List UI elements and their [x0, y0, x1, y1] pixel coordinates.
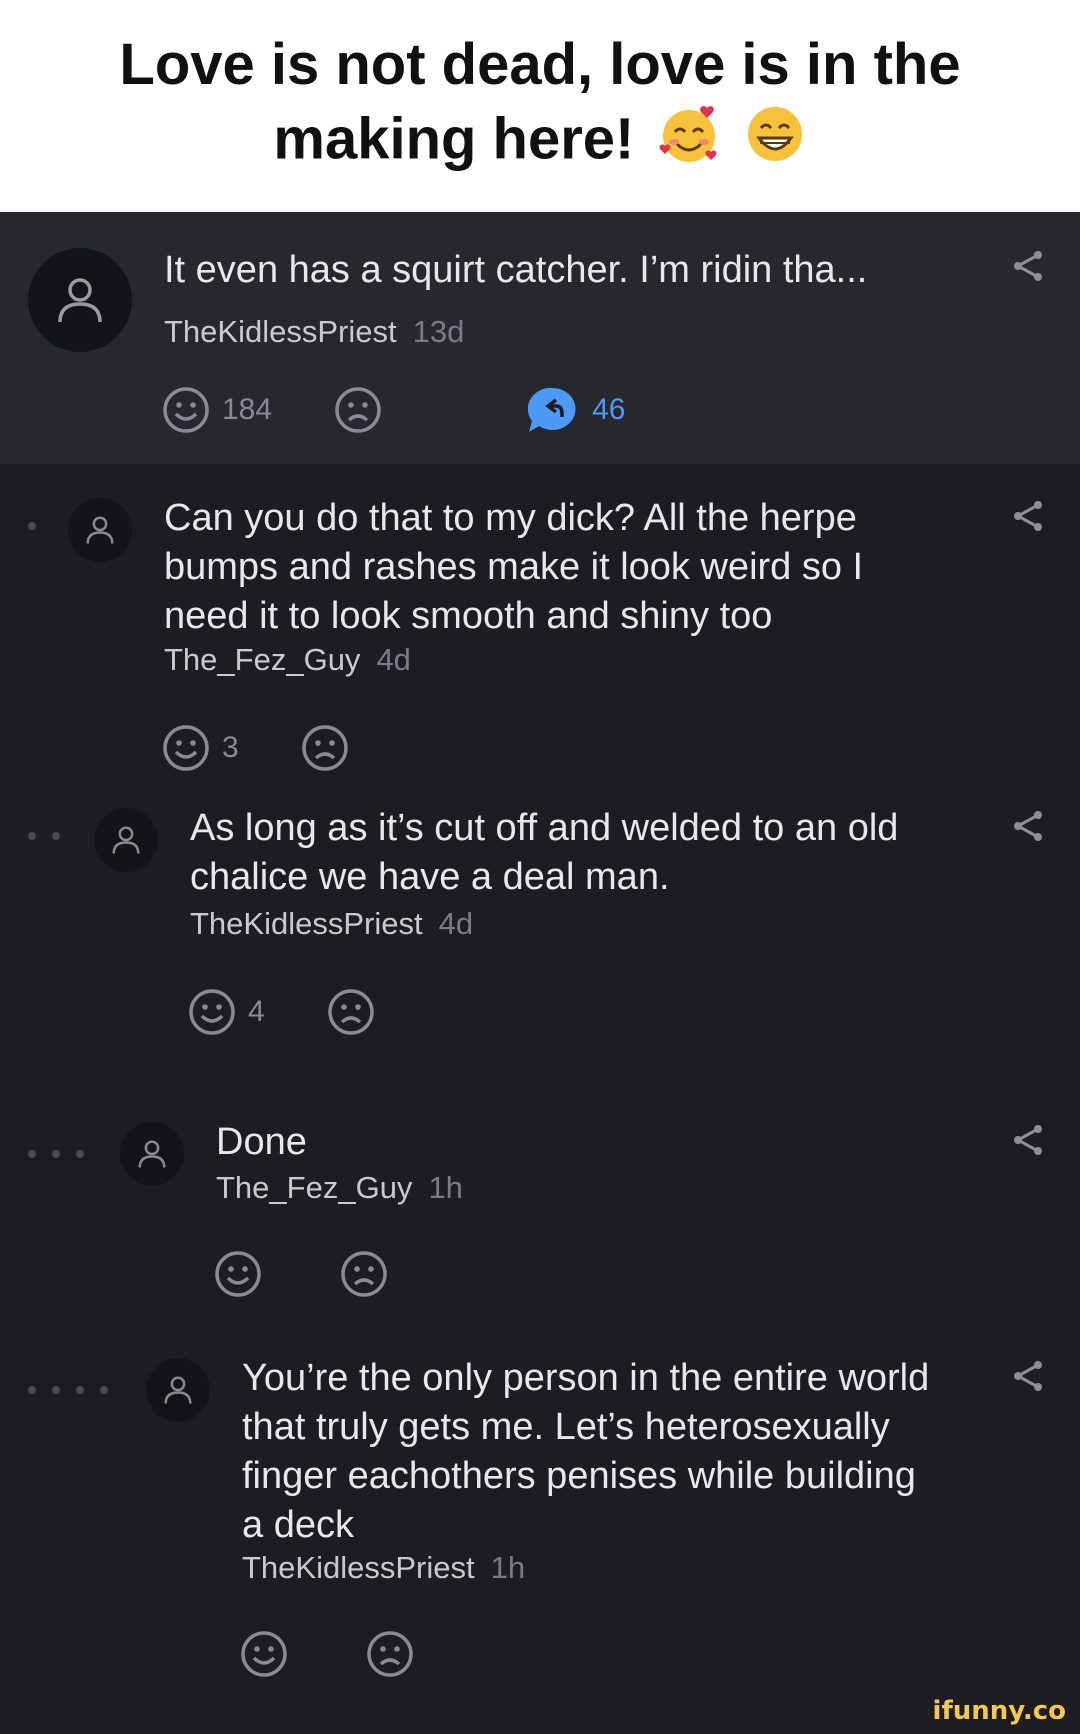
replies-button[interactable]: 46 — [528, 386, 625, 434]
reply-comment[interactable]: You’re the only person in the entire wor… — [0, 1322, 1080, 1734]
share-icon[interactable] — [1010, 1358, 1046, 1394]
user-avatar-icon — [138, 1140, 166, 1168]
comment-thread: It even has a squirt catcher. I’m ridin … — [0, 212, 1080, 1734]
smile-count: 3 — [222, 731, 239, 764]
comment-age: 4d — [438, 906, 474, 941]
reply-comment[interactable]: Can you do that to my dick? All the herp… — [0, 464, 1080, 798]
comment-text: It even has a squirt catcher. I’m ridin … — [164, 249, 868, 291]
comment-meta: TheKidlessPriest 1h — [242, 1548, 525, 1588]
smile-button[interactable]: 3 — [162, 724, 239, 772]
comment-actions: 184 46 — [162, 386, 625, 434]
ifunny-watermark: ifunny.co — [932, 1696, 1066, 1726]
caption-text: Love is not dead, love is in the making … — [119, 32, 961, 172]
smile-icon — [189, 989, 235, 1035]
thread-depth-indicator — [28, 1150, 100, 1158]
comment-actions: 4 — [188, 988, 375, 1036]
smile-count: 4 — [248, 995, 265, 1028]
meme-caption: Love is not dead, love is in the making … — [0, 0, 1080, 212]
user-avatar-icon — [164, 1376, 192, 1404]
smile-icon — [163, 725, 209, 771]
frown-button[interactable] — [327, 988, 375, 1036]
share-icon[interactable] — [1010, 1122, 1046, 1158]
frown-button[interactable] — [366, 1630, 414, 1678]
smile-button[interactable]: 4 — [188, 988, 265, 1036]
comment-text: Can you do that to my dick? All the herp… — [164, 497, 864, 637]
frown-icon — [335, 387, 381, 433]
comment-author[interactable]: TheKidlessPriest — [242, 1550, 475, 1585]
thread-depth-indicator — [28, 832, 76, 840]
smile-icon — [163, 387, 209, 433]
thread-depth-indicator — [28, 522, 52, 530]
comment-meta: The_Fez_Guy 4d — [164, 640, 411, 680]
comment-author[interactable]: TheKidlessPriest — [164, 314, 397, 349]
frown-icon — [327, 989, 374, 1035]
reply-count: 46 — [592, 393, 626, 426]
comment-actions: 3 — [162, 724, 349, 772]
share-icon[interactable] — [1010, 248, 1046, 284]
comment-age: 1h — [490, 1550, 526, 1585]
comment-text: You’re the only person in the entire wor… — [242, 1357, 930, 1546]
frown-button[interactable] — [340, 1250, 388, 1298]
reply-bubble-icon — [528, 387, 576, 432]
comment-text: Done — [216, 1121, 307, 1163]
comment-author[interactable]: The_Fez_Guy — [216, 1170, 412, 1205]
user-avatar[interactable] — [146, 1358, 210, 1422]
comment-meta: TheKidlessPriest 13d — [164, 312, 464, 352]
smile-icon — [215, 1251, 261, 1297]
smile-count: 184 — [222, 393, 273, 426]
user-avatar-icon — [58, 278, 102, 323]
comment-meta: The_Fez_Guy 1h — [216, 1168, 463, 1208]
smile-icon — [241, 1631, 287, 1677]
user-avatar[interactable] — [28, 248, 132, 352]
comment-age: 13d — [412, 314, 465, 349]
comment-actions — [214, 1250, 388, 1298]
comment-age: 1h — [428, 1170, 463, 1205]
root-comment[interactable]: It even has a squirt catcher. I’m ridin … — [0, 212, 1080, 464]
comment-author[interactable]: TheKidlessPriest — [190, 906, 423, 941]
smile-button[interactable] — [240, 1630, 288, 1678]
frown-icon — [341, 1251, 387, 1297]
frown-button[interactable] — [334, 386, 382, 434]
caption-text-wrap: Love is not dead, love is in the making … — [40, 28, 1040, 184]
share-icon[interactable] — [1010, 498, 1046, 534]
frown-icon — [367, 1631, 413, 1677]
reply-comment[interactable]: As long as it’s cut off and welded to an… — [0, 798, 1080, 1086]
user-avatar[interactable] — [94, 808, 158, 872]
comment-actions — [240, 1630, 414, 1678]
smile-button[interactable]: 184 — [162, 386, 272, 434]
user-avatar-icon — [112, 826, 140, 854]
user-avatar[interactable] — [120, 1122, 184, 1186]
comment-author[interactable]: The_Fez_Guy — [164, 642, 360, 677]
share-icon[interactable] — [1010, 808, 1046, 844]
comment-text: As long as it’s cut off and welded to an… — [190, 807, 899, 898]
frown-button[interactable] — [301, 724, 349, 772]
grinning-face-icon — [743, 102, 807, 184]
comment-age: 4d — [376, 642, 411, 677]
smiling-face-with-hearts-icon — [657, 102, 721, 184]
comment-meta: TheKidlessPriest 4d — [190, 904, 473, 944]
user-avatar[interactable] — [68, 498, 132, 562]
thread-depth-indicator — [28, 1386, 124, 1394]
user-avatar-icon — [86, 516, 114, 544]
reply-comment[interactable]: Done The_Fez_Guy 1h — [0, 1086, 1080, 1322]
frown-icon — [301, 725, 348, 771]
smile-button[interactable] — [214, 1250, 262, 1298]
